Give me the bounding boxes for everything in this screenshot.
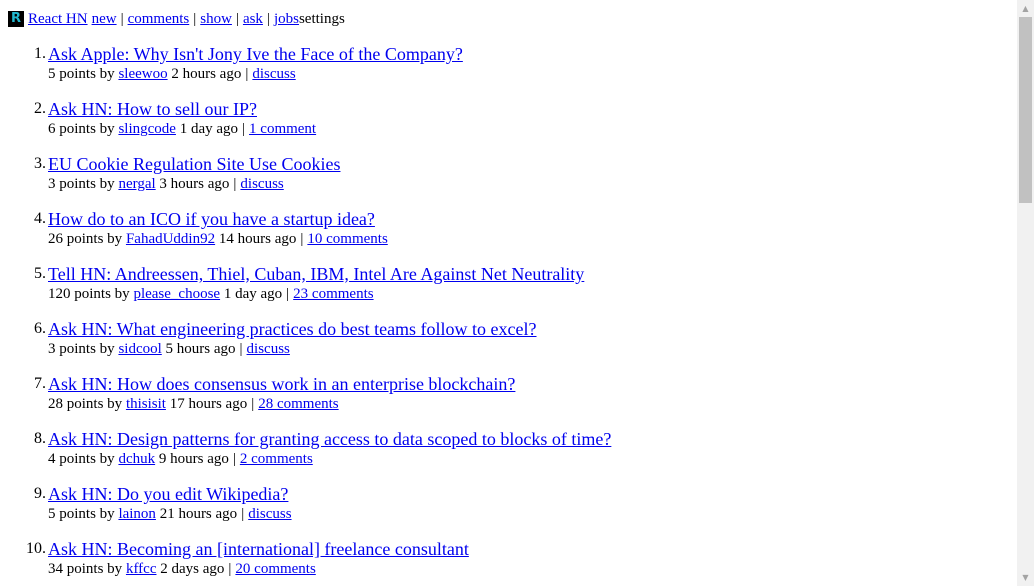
story-age: 17 hours ago xyxy=(169,396,248,412)
story-rank: 7. xyxy=(34,375,46,392)
story-meta: 3 points by nergal 3 hours ago | discuss xyxy=(48,174,284,194)
story-rank: 2. xyxy=(34,100,46,117)
story-title-link[interactable]: Tell HN: Andreessen, Thiel, Cuban, IBM, … xyxy=(48,263,584,285)
story-rank: 9. xyxy=(34,485,46,502)
nav-link-ask[interactable]: ask xyxy=(243,11,263,28)
story-title-link[interactable]: Ask HN: How does consensus work in an en… xyxy=(48,373,515,395)
react-hn-logo-icon[interactable]: R xyxy=(8,11,24,27)
story-rank: 1. xyxy=(34,45,46,62)
story-age: 3 hours ago xyxy=(159,176,230,192)
story-points: 5 points by xyxy=(48,506,115,522)
story-user-link[interactable]: thisisit xyxy=(126,396,166,412)
nav-separator: | xyxy=(266,10,270,27)
story-meta: 6 points by slingcode 1 day ago | 1 commen… xyxy=(48,119,316,139)
story-title-link[interactable]: Ask HN: What engineering practices do be… xyxy=(48,318,537,340)
story-comments-link[interactable]: 2 comments xyxy=(240,451,313,467)
story-user-link[interactable]: lainon xyxy=(118,506,156,522)
meta-separator: | xyxy=(233,176,237,192)
story-title-link[interactable]: Ask HN: How to sell our IP? xyxy=(48,98,257,120)
story-user-link[interactable]: sidcool xyxy=(118,341,161,357)
nav-link-jobs[interactable]: jobs xyxy=(274,11,299,28)
story-comments-link[interactable]: 10 comments xyxy=(307,231,387,247)
nav-link-comments[interactable]: comments xyxy=(128,11,190,28)
nav-separator: | xyxy=(120,10,124,27)
story-age: 21 hours ago xyxy=(159,506,238,522)
meta-separator: | xyxy=(251,396,255,412)
story-rank: 10. xyxy=(26,540,46,557)
story-meta: 120 points by please_choose 1 day ago | 23… xyxy=(48,284,374,304)
story-points: 3 points by xyxy=(48,176,115,192)
story-meta: 34 points by kffcc 2 days ago | 20 comment… xyxy=(48,559,316,579)
meta-separator: | xyxy=(245,66,249,82)
story-meta: 4 points by dchuk 9 hours ago | 2 comments xyxy=(48,449,313,469)
story-points: 34 points by xyxy=(48,561,123,577)
meta-separator: | xyxy=(300,231,304,247)
nav-link-new[interactable]: new xyxy=(92,11,117,28)
scroll-up-arrow-icon[interactable]: ▲ xyxy=(1017,0,1034,17)
nav-separator: | xyxy=(193,10,197,27)
story-rank: 3. xyxy=(34,155,46,172)
scroll-down-arrow-icon[interactable]: ▼ xyxy=(1017,569,1034,586)
meta-separator: | xyxy=(232,451,236,467)
story-comments-link[interactable]: 20 comments xyxy=(235,561,315,577)
story-comments-link[interactable]: discuss xyxy=(240,176,283,192)
meta-separator: | xyxy=(241,506,245,522)
story-points: 26 points by xyxy=(48,231,123,247)
story-comments-link[interactable]: discuss xyxy=(252,66,295,82)
scrollbar-thumb[interactable] xyxy=(1019,17,1032,203)
story-user-link[interactable]: FahadUddin92 xyxy=(126,231,215,247)
story-meta: 3 points by sidcool 5 hours ago | discuss xyxy=(48,339,290,359)
story-title-link[interactable]: Ask HN: Becoming an [international] free… xyxy=(48,538,469,560)
story-comments-link[interactable]: 23 comments xyxy=(293,286,373,302)
story-meta: 26 points by FahadUddin92 14 hours ago | 1… xyxy=(48,229,388,249)
story-user-link[interactable]: dchuk xyxy=(118,451,155,467)
story-meta: 5 points by lainon 21 hours ago | discuss xyxy=(48,504,292,524)
story-rank: 6. xyxy=(34,320,46,337)
story-title-link[interactable]: How do to an ICO if you have a startup i… xyxy=(48,208,375,230)
story-title-link[interactable]: Ask HN: Design patterns for granting acc… xyxy=(48,428,611,450)
story-age: 1 day ago xyxy=(179,121,239,137)
story-points: 6 points by xyxy=(48,121,115,137)
brand-link[interactable]: React HN xyxy=(28,11,88,28)
story-rank: 5. xyxy=(34,265,46,282)
story-points: 3 points by xyxy=(48,341,115,357)
story-user-link[interactable]: slingcode xyxy=(118,121,176,137)
story-comments-link[interactable]: 1 comment xyxy=(249,121,316,137)
settings-toggle[interactable]: settings xyxy=(299,11,345,28)
story-user-link[interactable]: sleewoo xyxy=(118,66,167,82)
story-points: 28 points by xyxy=(48,396,123,412)
nav-link-show[interactable]: show xyxy=(200,11,232,28)
meta-separator: | xyxy=(228,561,232,577)
story-meta: 5 points by sleewoo 2 hours ago | discuss xyxy=(48,64,296,84)
story-rank: 4. xyxy=(34,210,46,227)
story-points: 5 points by xyxy=(48,66,115,82)
page-viewport: R React HN new | comments | show | ask |… xyxy=(0,0,1017,586)
story-age: 2 hours ago xyxy=(171,66,242,82)
story-user-link[interactable]: please_choose xyxy=(133,286,220,302)
story-age: 1 day ago xyxy=(223,286,283,302)
story-comments-link[interactable]: discuss xyxy=(247,341,290,357)
story-comments-link[interactable]: 28 comments xyxy=(258,396,338,412)
story-meta: 28 points by thisisit 17 hours ago | 28 co… xyxy=(48,394,339,414)
story-points: 4 points by xyxy=(48,451,115,467)
story-title-link[interactable]: EU Cookie Regulation Site Use Cookies xyxy=(48,153,340,175)
top-nav: R React HN new | comments | show | ask |… xyxy=(8,9,345,29)
story-title-link[interactable]: Ask HN: Do you edit Wikipedia? xyxy=(48,483,288,505)
story-age: 5 hours ago xyxy=(165,341,236,357)
meta-separator: | xyxy=(242,121,246,137)
story-points: 120 points by xyxy=(48,286,130,302)
meta-separator: | xyxy=(286,286,290,302)
story-age: 2 days ago xyxy=(160,561,225,577)
vertical-scrollbar[interactable]: ▲ ▼ xyxy=(1017,0,1034,586)
meta-separator: | xyxy=(239,341,243,357)
story-user-link[interactable]: kffcc xyxy=(126,561,157,577)
story-comments-link[interactable]: discuss xyxy=(248,506,291,522)
story-user-link[interactable]: nergal xyxy=(118,176,155,192)
story-age: 9 hours ago xyxy=(158,451,229,467)
story-age: 14 hours ago xyxy=(218,231,297,247)
story-rank: 8. xyxy=(34,430,46,447)
nav-separator: | xyxy=(235,10,239,27)
story-title-link[interactable]: Ask Apple: Why Isn't Jony Ive the Face o… xyxy=(48,43,463,65)
